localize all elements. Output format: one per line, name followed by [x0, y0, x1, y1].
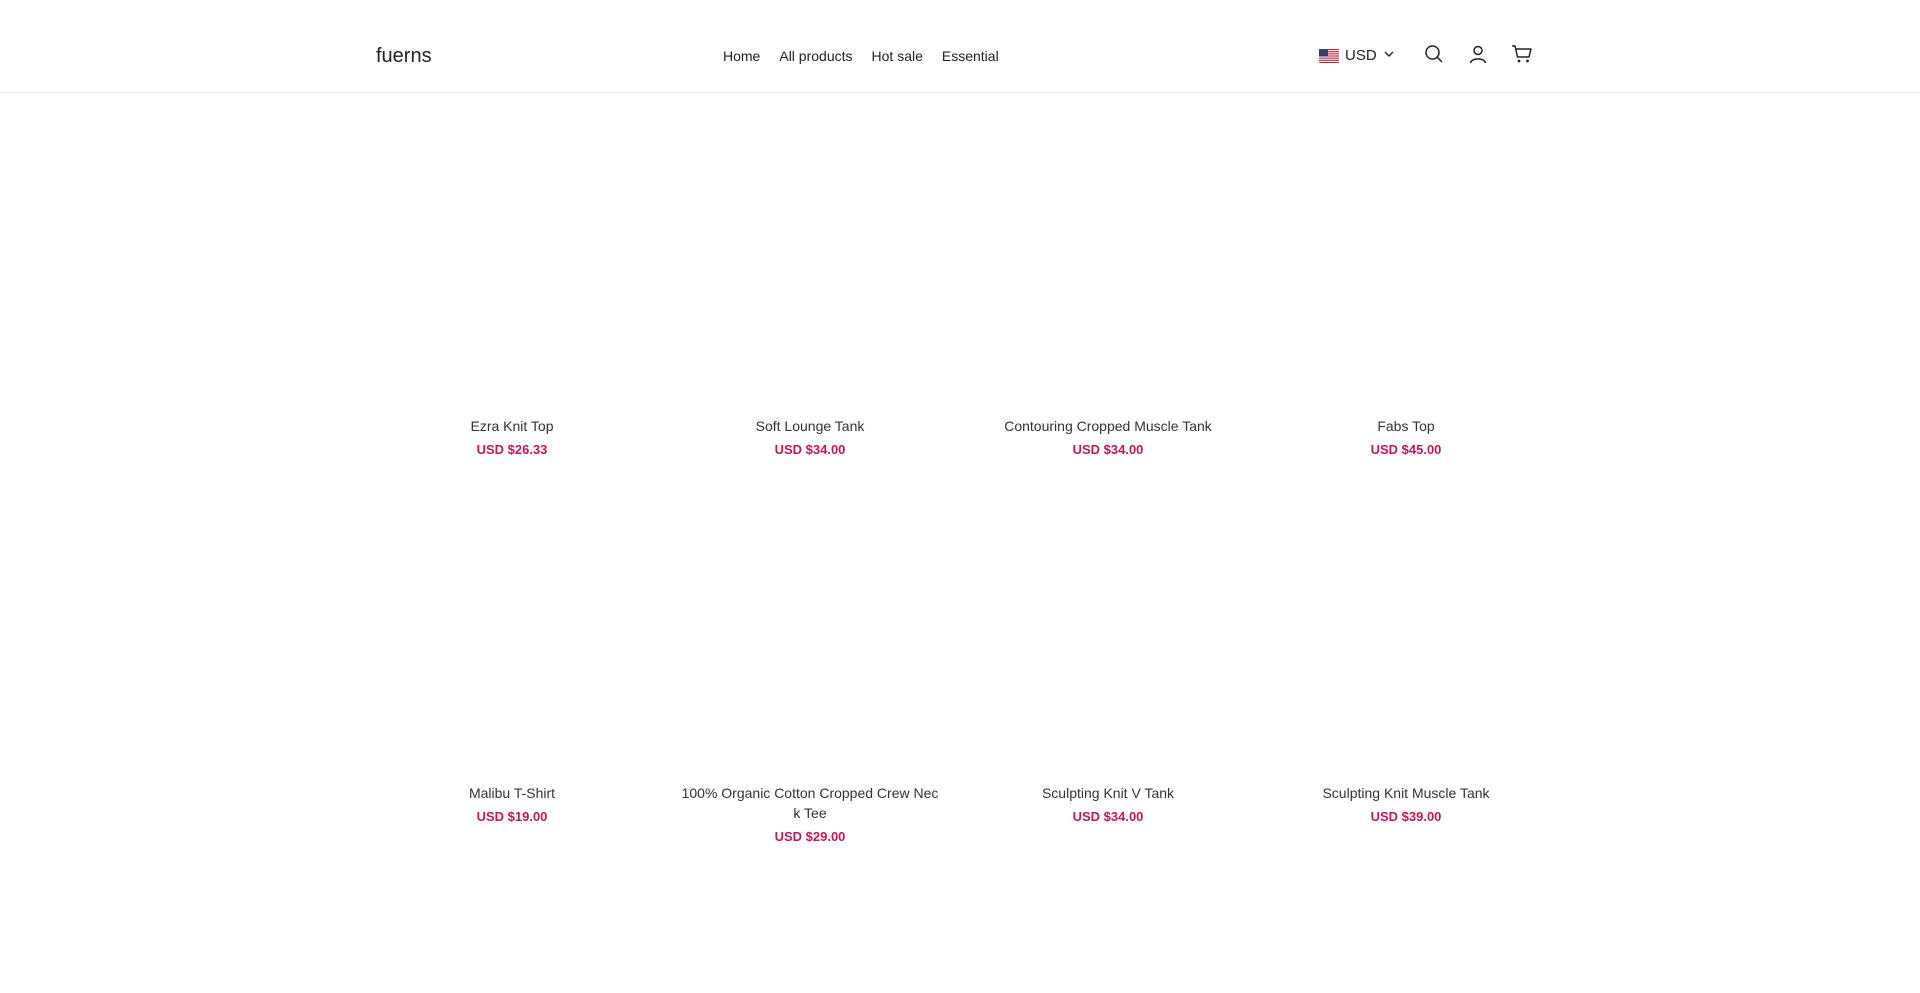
product-title[interactable]: Malibu T-Shirt	[372, 783, 652, 803]
product-image[interactable]	[679, 483, 941, 783]
product-image[interactable]	[1266, 483, 1546, 783]
product-image[interactable]	[372, 483, 652, 783]
product-title[interactable]: Ezra Knit Top	[372, 416, 652, 436]
product-title[interactable]: Soft Lounge Tank	[670, 416, 950, 436]
product-image[interactable]	[1266, 116, 1546, 416]
product-title[interactable]: Fabs Top	[1266, 416, 1546, 436]
product-grid: Ezra Knit Top USD $26.33 Soft Lounge Tan…	[0, 0, 1920, 993]
product-title[interactable]: Sculpting Knit V Tank	[968, 783, 1248, 803]
product-price: USD $34.00	[1072, 442, 1144, 457]
product-card[interactable]: 100% Organic Cotton Cropped Crew Neck Te…	[679, 483, 941, 845]
product-card[interactable]: Fabs Top USD $45.00	[1266, 116, 1546, 458]
product-title[interactable]: Contouring Cropped Muscle Tank	[968, 416, 1248, 436]
product-card[interactable]: Contouring Cropped Muscle Tank USD $34.0…	[968, 116, 1248, 458]
product-card[interactable]: Malibu T-Shirt USD $19.00	[372, 483, 652, 825]
product-price: USD $19.00	[476, 809, 548, 824]
product-price: USD $29.00	[774, 829, 846, 844]
product-image[interactable]	[372, 116, 652, 416]
product-title[interactable]: 100% Organic Cotton Cropped Crew Neck Te…	[679, 783, 941, 823]
product-price: USD $26.33	[476, 442, 548, 457]
product-card[interactable]: Sculpting Knit Muscle Tank USD $39.00	[1266, 483, 1546, 825]
product-image[interactable]	[968, 116, 1248, 416]
product-title[interactable]: Sculpting Knit Muscle Tank	[1266, 783, 1546, 803]
product-image[interactable]	[670, 116, 950, 416]
product-card[interactable]: Soft Lounge Tank USD $34.00	[670, 116, 950, 458]
product-price: USD $34.00	[1072, 809, 1144, 824]
product-price: USD $34.00	[774, 442, 846, 457]
product-image[interactable]	[968, 483, 1248, 783]
product-card[interactable]: Sculpting Knit V Tank USD $34.00	[968, 483, 1248, 825]
product-card[interactable]: Ezra Knit Top USD $26.33	[372, 116, 652, 458]
product-price: USD $45.00	[1370, 442, 1442, 457]
product-price: USD $39.00	[1370, 809, 1442, 824]
